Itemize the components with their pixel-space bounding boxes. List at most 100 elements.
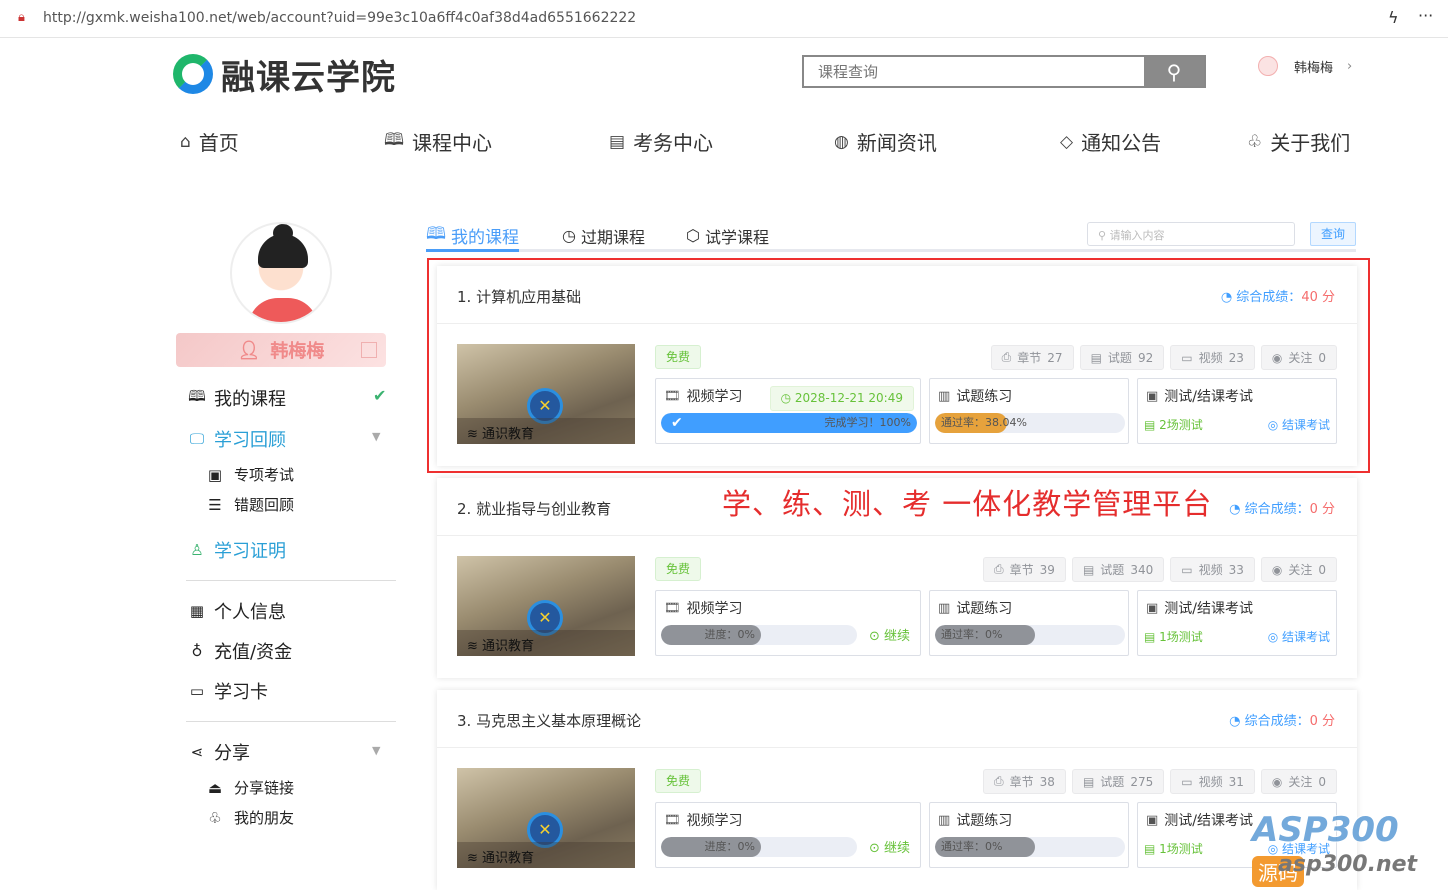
sidebar-item-special-exam[interactable]: ▣ 专项考试 xyxy=(204,464,294,485)
course-thumbnail[interactable]: ✕ ≋ 通识教育 xyxy=(457,556,635,656)
caret-down-icon[interactable]: ▼ xyxy=(372,430,380,443)
play-circle-icon: ⊙ xyxy=(868,841,884,856)
stat-value: 92 xyxy=(1137,350,1154,365)
panel-title: 测试/结课考试 xyxy=(1164,601,1254,617)
stat-label: 试题 xyxy=(1107,351,1132,365)
sidebar-item-study-card[interactable]: ▭ 学习卡 xyxy=(186,678,268,704)
insecure-lock-icon: 🔒︎ xyxy=(18,10,25,25)
card-icon: ▭ xyxy=(189,682,205,700)
slogan: 学、练、测、考 一体化教学管理平台 xyxy=(722,487,1213,521)
profile-avatar[interactable] xyxy=(230,222,332,324)
follow-count[interactable]: ◉ 关注 0 xyxy=(1260,557,1337,582)
progress-fill: 完成学习！100% xyxy=(661,413,917,433)
caret-down-icon[interactable]: ▼ xyxy=(372,744,380,757)
sidebar-item-recharge[interactable]: ♁ 充值/资金 xyxy=(186,638,293,664)
sidebar-item-share[interactable]: ⋖ 分享 xyxy=(186,739,250,765)
id-card-icon: ▦ xyxy=(189,602,205,620)
course-title[interactable]: 3. 马克思主义基本原理概论 xyxy=(457,710,641,731)
nav-course-center[interactable]: 🕮 课程中心 xyxy=(384,127,492,156)
search-icon: ⚲ xyxy=(1098,229,1110,242)
sidebar-item-my-courses[interactable]: 🕮 我的课程 xyxy=(186,385,286,411)
certificate-icon: ♙ xyxy=(190,541,204,559)
nav-notices[interactable]: ◇ 通知公告 xyxy=(1060,127,1161,156)
course-title[interactable]: 2. 就业指导与创业教育 xyxy=(457,498,611,519)
test-count-link[interactable]: ▤ 2场测试 xyxy=(1144,416,1203,433)
sidebar-item-review[interactable]: 🖵 学习回顾 xyxy=(186,426,286,452)
expiry-date: ◷ 2028-12-21 20:49 xyxy=(769,386,914,411)
final-exam-link[interactable]: ◎ 结课考试 xyxy=(1268,416,1330,433)
chapter-count: ⎙ 章节 39 xyxy=(983,557,1066,582)
stat-label: 章节 xyxy=(1009,775,1034,789)
tests-text: 2场测试 xyxy=(1159,418,1203,432)
nav-news[interactable]: ◍ 新闻资讯 xyxy=(834,127,937,156)
more-icon[interactable]: ··· xyxy=(1418,6,1433,25)
list-icon: ☰ xyxy=(208,495,222,514)
eye-icon: ◉ xyxy=(1271,562,1283,577)
calendar-icon: ▤ xyxy=(1144,630,1160,644)
question-count: ▤ 试题 92 xyxy=(1079,345,1165,370)
tab-trial-courses[interactable]: ⬡ 试学课程 xyxy=(686,222,769,249)
exam-panel[interactable]: ▣ 测试/结课考试 ▤ 2场测试 ◎ 结课考试 xyxy=(1137,378,1337,444)
calendar-icon: ▤ xyxy=(1144,842,1160,856)
tests-text: 1场测试 xyxy=(1159,630,1203,644)
progress-fill: 进度：0% xyxy=(661,837,761,857)
sidebar-label: 个人信息 xyxy=(214,602,286,623)
continue-button[interactable]: ⊙ 继续 xyxy=(869,837,910,856)
practice-panel[interactable]: ▥ 试题练习 通过率：0% xyxy=(929,802,1129,868)
course-title[interactable]: 1. 计算机应用基础 xyxy=(457,286,581,307)
search-button[interactable]: ⚲ xyxy=(1144,57,1204,86)
course-thumbnail[interactable]: ✕ ≋ 通识教育 xyxy=(457,344,635,444)
test-count-link[interactable]: ▤ 1场测试 xyxy=(1144,840,1203,857)
exam-icon: ▣ xyxy=(1146,388,1159,404)
follow-count[interactable]: ◉ 关注 0 xyxy=(1260,345,1337,370)
question-count: ▤ 试题 275 xyxy=(1071,769,1165,794)
pie-chart-icon: ◔ xyxy=(1229,502,1245,517)
date-text: 2028-12-21 20:49 xyxy=(794,391,903,405)
continue-label: 继续 xyxy=(883,629,910,644)
score-value: 40 分 xyxy=(1301,290,1335,305)
video-study-panel[interactable]: 🎞︎ 视频学习 ◷ 2028-12-21 20:49 完成学习！100% ✔ xyxy=(655,378,921,444)
sidebar-item-friends[interactable]: ♧ 我的朋友 xyxy=(204,807,294,828)
sidebar-item-share-link[interactable]: ⏏ 分享链接 xyxy=(204,777,294,798)
course-card: 3. 马克思主义基本原理概论 ◔ 综合成绩：0 分 ✕ ≋ 通识教育 免费 ⎙ 章节… xyxy=(437,690,1357,890)
exam-icon: ▣ xyxy=(1146,812,1159,828)
continue-button[interactable]: ⊙ 继续 xyxy=(869,625,910,644)
site-logo[interactable]: 融课云学院 xyxy=(173,52,396,98)
exam-panel[interactable]: ▣ 测试/结课考试 ▤ 1场测试 ◎ 结课考试 xyxy=(1137,590,1337,656)
score-value: 0 分 xyxy=(1309,502,1335,517)
query-button[interactable]: 查询 xyxy=(1310,222,1356,246)
test-count-link[interactable]: ▤ 1场测试 xyxy=(1144,628,1203,645)
video-study-panel[interactable]: 🎞︎ 视频学习 进度：0% ⊙ 继续 xyxy=(655,802,921,868)
qrcode-icon[interactable] xyxy=(361,342,377,358)
practice-panel[interactable]: ▥ 试题练习 通过率：0% xyxy=(929,590,1129,656)
nav-exam-center[interactable]: ▤ 考务中心 xyxy=(609,127,713,156)
final-label: 结课考试 xyxy=(1281,418,1330,432)
score-label: 综合成绩： xyxy=(1244,714,1310,729)
user-menu[interactable]: 韩梅梅 › xyxy=(1258,56,1352,76)
sidebar-item-profile[interactable]: ▦ 个人信息 xyxy=(186,598,286,624)
sidebar-item-wrong-review[interactable]: ☰ 错题回顾 xyxy=(204,494,294,515)
pass-rate-bar: 通过率：0% xyxy=(935,625,1125,645)
tab-my-courses[interactable]: 🕮 我的课程 xyxy=(426,222,520,252)
practice-panel[interactable]: ▥ 试题练习 通过率：38.04% xyxy=(929,378,1129,444)
course-filter-input[interactable]: ⚲ 请输入内容 xyxy=(1087,222,1295,246)
nav-home[interactable]: ⌂ 首页 xyxy=(180,127,239,156)
stat-label: 视频 xyxy=(1198,563,1223,577)
video-icon: ▭ xyxy=(1181,774,1193,789)
url-text[interactable]: http://gxmk.weisha100.net/web/account?ui… xyxy=(43,10,636,26)
logo-text: 融课云学院 xyxy=(221,57,396,98)
stat-label: 章节 xyxy=(1017,351,1042,365)
follow-count[interactable]: ◉ 关注 0 xyxy=(1260,769,1337,794)
final-exam-link[interactable]: ◎ 结课考试 xyxy=(1268,628,1330,645)
sidebar-item-certificate[interactable]: ♙ 学习证明 xyxy=(186,537,286,563)
pie-chart-icon: ◔ xyxy=(1229,714,1245,729)
course-search-input[interactable] xyxy=(804,57,1144,86)
progress-text: 完成学习！100% xyxy=(824,416,911,429)
nav-about[interactable]: ♧ 关于我们 xyxy=(1247,127,1350,156)
course-thumbnail[interactable]: ✕ ≋ 通识教育 xyxy=(457,768,635,868)
tab-expired-courses[interactable]: ◷ 过期课程 xyxy=(562,222,645,249)
lightning-icon[interactable]: ϟ xyxy=(1388,8,1399,27)
divider xyxy=(186,580,396,581)
profile-name: 韩梅梅 xyxy=(270,341,325,362)
video-study-panel[interactable]: 🎞︎ 视频学习 进度：0% ⊙ 继续 xyxy=(655,590,921,656)
